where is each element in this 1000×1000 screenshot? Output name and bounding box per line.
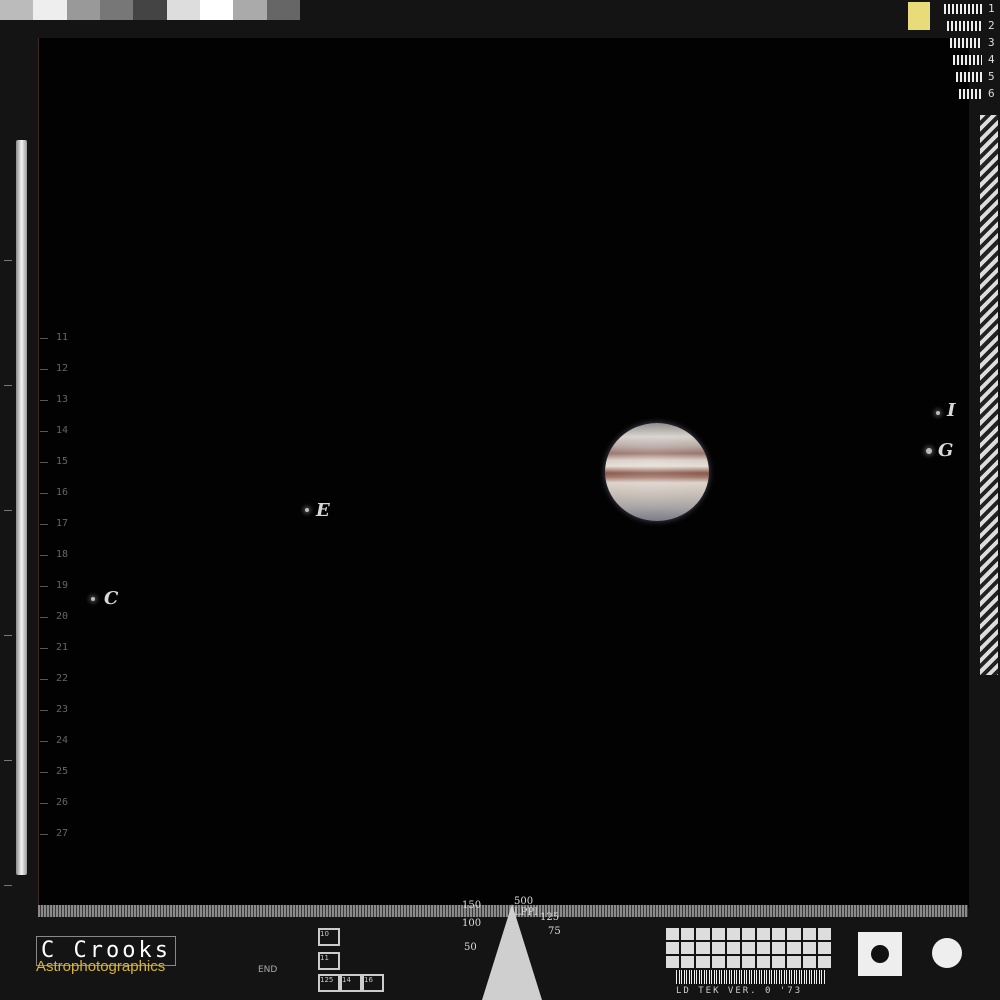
scale-tick xyxy=(40,679,48,680)
resolution-bars xyxy=(959,89,982,99)
moon-dot-e xyxy=(305,508,309,512)
scale-tick xyxy=(40,617,48,618)
film-frame: 11 12 13 14 15 16 17 18 19 20 21 22 23 24 25 26 27 12345… xyxy=(0,0,1000,1000)
mini-block: 10 xyxy=(318,928,340,946)
scale-label: 14 xyxy=(56,425,69,436)
resolution-bars xyxy=(953,55,982,65)
scale-label: 13 xyxy=(56,394,69,405)
resolution-bars xyxy=(950,38,982,48)
moon-label-e: E xyxy=(316,500,330,521)
zigzag-edge xyxy=(980,115,998,675)
scale-label: 12 xyxy=(56,363,69,374)
scale-label: 15 xyxy=(56,456,69,467)
density-grid xyxy=(666,928,831,968)
scale-tick xyxy=(40,586,48,587)
scale-tick xyxy=(40,493,48,494)
yellow-block xyxy=(908,2,930,30)
lppi-fan xyxy=(482,904,542,1000)
scale-tick xyxy=(40,462,48,463)
dot-square-target xyxy=(858,932,902,976)
resolution-chart: 1 2 3 4 5 6 xyxy=(940,0,1000,115)
scale-tick xyxy=(40,772,48,773)
gray-step-strip xyxy=(0,0,300,20)
scale-label: 17 xyxy=(56,518,69,529)
scale-label: 23 xyxy=(56,704,69,715)
lppi-target: 150 500 LPPI 100 125 75 50 xyxy=(462,864,561,1000)
scale-label: 26 xyxy=(56,797,69,808)
resolution-number: 3 xyxy=(988,36,995,49)
resolution-number: 6 xyxy=(988,87,995,100)
moon-dot-i xyxy=(936,411,940,415)
scale-label: 22 xyxy=(56,673,69,684)
resolution-number: 1 xyxy=(988,2,995,15)
scale-tick xyxy=(40,710,48,711)
scale-tick xyxy=(40,834,48,835)
jupiter-planet xyxy=(605,423,709,521)
resolution-bars xyxy=(947,21,982,31)
resolution-bars xyxy=(944,4,982,14)
white-circle-target xyxy=(932,938,962,968)
logo-subtitle: Astrophotographics xyxy=(36,958,166,975)
barcode xyxy=(676,970,826,984)
moon-label-c: C xyxy=(104,588,119,609)
target-150: 150 xyxy=(462,900,482,911)
version-label: LD TEK VER. 0 '73 xyxy=(676,986,803,996)
scale-tick xyxy=(40,338,48,339)
mini-block: 11 xyxy=(318,952,340,970)
depth-scale: 11 12 13 14 15 16 17 18 19 20 21 22 23 24 25 26 27 xyxy=(40,320,80,850)
resolution-number: 5 xyxy=(988,70,995,83)
target-125: 125 xyxy=(540,912,560,923)
scale-label: 16 xyxy=(56,487,69,498)
resolution-bars xyxy=(956,72,982,82)
scale-label: 18 xyxy=(56,549,69,560)
scale-label: 21 xyxy=(56,642,69,653)
scale-label: 20 xyxy=(56,611,69,622)
scale-tick xyxy=(40,648,48,649)
target-75: 75 xyxy=(548,926,561,937)
scale-tick xyxy=(40,803,48,804)
resolution-number: 2 xyxy=(988,19,995,32)
moon-dot-g xyxy=(926,448,932,454)
scale-tick xyxy=(40,555,48,556)
scale-label: 11 xyxy=(56,332,69,343)
scale-tick xyxy=(40,431,48,432)
scale-label: 24 xyxy=(56,735,69,746)
scale-label: 19 xyxy=(56,580,69,591)
scale-tick xyxy=(40,400,48,401)
mini-target-blocks: 10 11 125 14 16 xyxy=(318,928,384,992)
moon-dot-c xyxy=(91,597,95,601)
scale-label: 27 xyxy=(56,828,69,839)
scale-label: 25 xyxy=(56,766,69,777)
moon-label-g: G xyxy=(938,440,954,461)
scale-tick xyxy=(40,369,48,370)
end-label: END xyxy=(258,965,278,975)
logo: C Crooks Astrophotographics xyxy=(36,936,196,976)
scale-tick xyxy=(40,741,48,742)
sky-field xyxy=(38,38,969,908)
mini-block: 125 xyxy=(318,974,340,992)
target-100: 100 xyxy=(462,918,482,929)
left-light-bar xyxy=(16,140,27,875)
moon-label-i: I xyxy=(947,400,956,421)
target-50: 50 xyxy=(464,942,477,953)
scale-tick xyxy=(40,524,48,525)
mini-block: 14 xyxy=(340,974,362,992)
mini-block: 16 xyxy=(362,974,384,992)
resolution-number: 4 xyxy=(988,53,995,66)
